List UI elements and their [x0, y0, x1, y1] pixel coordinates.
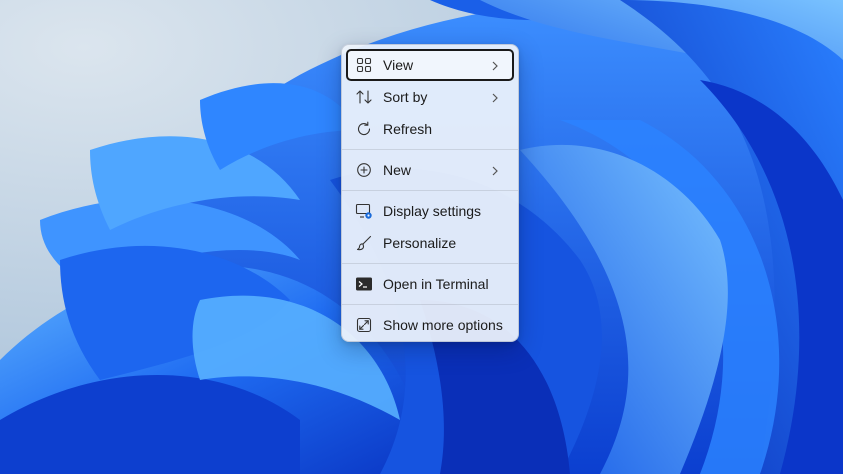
- menu-separator: [342, 190, 518, 191]
- menu-item-label: Show more options: [383, 317, 503, 333]
- menu-item-label: Personalize: [383, 235, 457, 251]
- expand-icon: [355, 316, 373, 334]
- chevron-right-icon: [490, 91, 500, 103]
- menu-item-sort-by[interactable]: Sort by: [346, 81, 514, 113]
- menu-item-label: Display settings: [383, 203, 482, 219]
- menu-item-refresh[interactable]: Refresh: [346, 113, 514, 145]
- menu-item-label: Open in Terminal: [383, 276, 489, 292]
- desktop-context-menu: View Sort by Refresh New Display setting…: [341, 44, 519, 342]
- chevron-right-icon: [490, 59, 500, 71]
- menu-item-open-in-terminal[interactable]: Open in Terminal: [346, 268, 514, 300]
- brush-icon: [355, 234, 373, 252]
- menu-separator: [342, 263, 518, 264]
- refresh-icon: [355, 120, 373, 138]
- grid-icon: [355, 56, 373, 74]
- menu-item-personalize[interactable]: Personalize: [346, 227, 514, 259]
- menu-item-display-settings[interactable]: Display settings: [346, 195, 514, 227]
- menu-item-view[interactable]: View: [346, 49, 514, 81]
- menu-item-label: View: [383, 57, 414, 73]
- menu-item-show-more-options[interactable]: Show more options: [346, 309, 514, 341]
- menu-item-new[interactable]: New: [346, 154, 514, 186]
- menu-separator: [342, 304, 518, 305]
- menu-item-label: New: [383, 162, 412, 178]
- sort-arrows-icon: [355, 88, 373, 106]
- menu-item-label: Sort by: [383, 89, 428, 105]
- menu-item-label: Refresh: [383, 121, 433, 137]
- plus-circle-icon: [355, 161, 373, 179]
- menu-separator: [342, 149, 518, 150]
- desktop[interactable]: View Sort by Refresh New Display setting…: [0, 0, 843, 474]
- chevron-right-icon: [490, 164, 500, 176]
- display-settings-icon: [355, 202, 373, 220]
- terminal-icon: [355, 275, 373, 293]
